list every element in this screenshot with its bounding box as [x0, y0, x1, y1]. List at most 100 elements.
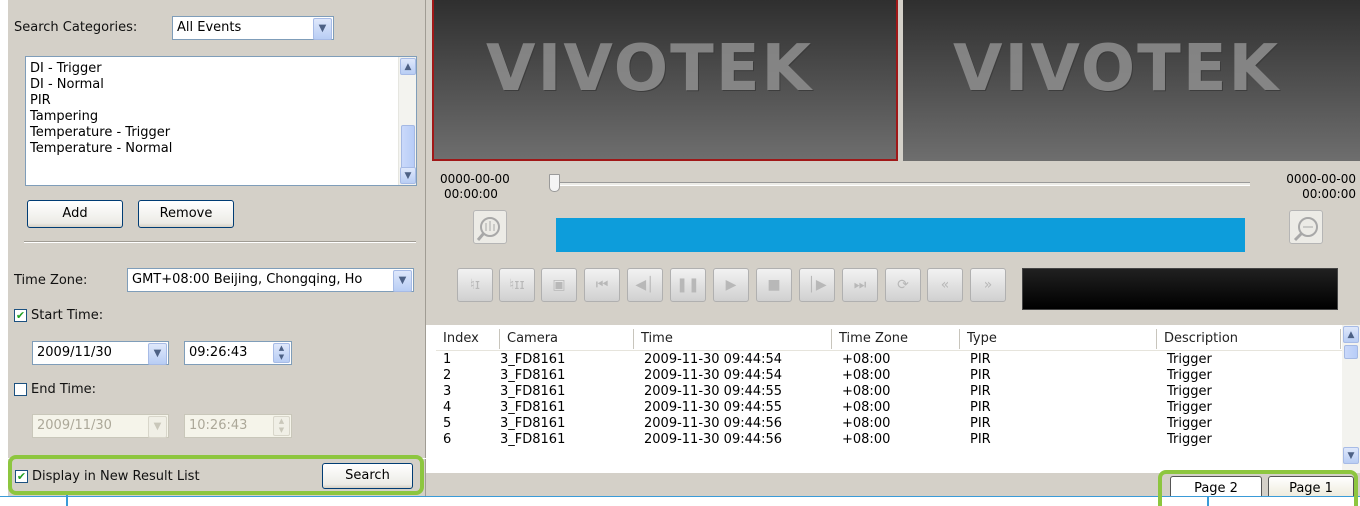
- last-frame-icon[interactable]: ⏭: [842, 268, 878, 302]
- video-window-1[interactable]: VIVOTEK: [432, 0, 898, 161]
- col-header-index[interactable]: Index: [436, 329, 500, 349]
- chevron-down-icon[interactable]: ▼: [148, 343, 167, 365]
- cell-type: PIR: [970, 416, 991, 431]
- cell-time: 2009-11-30 09:44:55: [644, 400, 783, 415]
- spinner-arrows-icon[interactable]: ▲ ▼: [273, 416, 290, 436]
- event-list-item[interactable]: DI - Normal: [30, 77, 390, 93]
- col-header-camera[interactable]: Camera: [500, 329, 634, 349]
- cell-zone: +08:00: [842, 400, 891, 415]
- table-body: 1 3_FD8161 2009-11-30 09:44:54 +08:00 PIR Tri…: [436, 352, 1340, 472]
- table-row[interactable]: 2 3_FD8161 2009-11-30 09:44:54 +08:00 PIR Tri…: [436, 368, 1340, 384]
- cell-zone: +08:00: [842, 416, 891, 431]
- timeline-end-time: 00:00:00: [1302, 187, 1356, 201]
- section-divider: [24, 241, 416, 243]
- table-header: Index Camera Time Time Zone Type Descrip…: [436, 325, 1360, 351]
- timeline-slider-thumb[interactable]: [549, 174, 560, 192]
- table-row[interactable]: 4 3_FD8161 2009-11-30 09:44:55 +08:00 PIR Tri…: [436, 400, 1340, 416]
- cell-time: 2009-11-30 09:44:56: [644, 432, 783, 447]
- scroll-down-icon[interactable]: ▼: [400, 167, 416, 184]
- timeline-start: 0000-00-00 00:00:00: [440, 172, 510, 202]
- export-clip-icon[interactable]: ▣: [541, 268, 577, 302]
- search-panel: Search Categories: All Events ▼ DI - Tri…: [8, 0, 426, 496]
- cell-zone: +08:00: [842, 384, 891, 399]
- cell-type: PIR: [970, 432, 991, 447]
- timezone-label: Time Zone:: [14, 273, 88, 288]
- scroll-up-icon[interactable]: ▲: [400, 58, 416, 75]
- event-list-item[interactable]: Tampering: [30, 109, 390, 125]
- zoom-out-icon[interactable]: [1289, 210, 1323, 244]
- search-categories-dropdown[interactable]: All Events ▼: [172, 16, 334, 40]
- cell-index: 4: [443, 400, 452, 415]
- pause-icon[interactable]: ❚❚: [670, 268, 706, 302]
- scrollbar-thumb[interactable]: [1344, 345, 1358, 359]
- table-row[interactable]: 1 3_FD8161 2009-11-30 09:44:54 +08:00 PIR Tri…: [436, 352, 1340, 368]
- next-frame-icon[interactable]: │▶: [799, 268, 835, 302]
- remove-button[interactable]: Remove: [138, 200, 234, 228]
- start-time-spinner[interactable]: 09:26:43 ▲ ▼: [184, 341, 292, 365]
- event-list-scrollbar[interactable]: ▲ ▼: [398, 57, 416, 185]
- col-header-description[interactable]: Description: [1157, 329, 1341, 349]
- table-row[interactable]: 6 3_FD8161 2009-11-30 09:44:56 +08:00 PIR Tri…: [436, 432, 1340, 448]
- col-header-time[interactable]: Time: [634, 329, 832, 349]
- faster-icon[interactable]: »: [970, 268, 1006, 302]
- cell-time: 2009-11-30 09:44:54: [644, 352, 783, 367]
- vivotek-logo: VIVOTEK: [486, 32, 814, 106]
- result-table: Index Camera Time Time Zone Type Descrip…: [436, 325, 1360, 473]
- chevron-down-icon[interactable]: ▼: [313, 18, 332, 40]
- timeline-end-date: 0000-00-00: [1286, 172, 1356, 186]
- slower-icon[interactable]: «: [927, 268, 963, 302]
- event-list-item[interactable]: PIR: [30, 93, 390, 109]
- cell-type: PIR: [970, 368, 991, 383]
- add-button[interactable]: Add: [27, 200, 123, 228]
- scroll-up-icon[interactable]: ▲: [1343, 326, 1359, 343]
- scrollbar-thumb[interactable]: [401, 125, 415, 171]
- video-window-2[interactable]: VIVOTEK: [903, 0, 1360, 161]
- scroll-down-icon[interactable]: ▼: [1343, 447, 1359, 464]
- first-frame-icon[interactable]: ⏮: [584, 268, 620, 302]
- cell-zone: +08:00: [842, 368, 891, 383]
- timeline-slider-track[interactable]: [556, 182, 1250, 186]
- cell-index: 3: [443, 384, 452, 399]
- vivotek-logo: VIVOTEK: [953, 32, 1281, 106]
- start-date-value: 2009/11/30: [37, 345, 112, 360]
- cell-camera: 3_FD8161: [500, 400, 566, 415]
- loop-icon[interactable]: ⟳: [885, 268, 921, 302]
- chevron-down-icon[interactable]: ▼: [148, 416, 167, 438]
- cell-desc: Trigger: [1167, 416, 1212, 431]
- highlight-search-area: [8, 455, 424, 495]
- cell-zone: +08:00: [842, 432, 891, 447]
- cell-index: 6: [443, 432, 452, 447]
- start-date-picker[interactable]: 2009/11/30 ▼: [32, 341, 169, 365]
- zoom-in-icon[interactable]: [473, 210, 507, 244]
- mark-out-icon[interactable]: ♮ɪɪ: [499, 268, 535, 302]
- event-type-list[interactable]: DI - Trigger DI - Normal PIR Tampering Tempe…: [25, 56, 417, 186]
- event-list-item[interactable]: Temperature - Normal: [30, 141, 390, 157]
- chevron-down-icon[interactable]: ▼: [393, 270, 412, 292]
- timeline-progress-bar[interactable]: [556, 218, 1245, 252]
- timezone-dropdown[interactable]: GMT+08:00 Beijing, Chongqing, Ho ▼: [127, 268, 414, 292]
- cell-desc: Trigger: [1167, 432, 1212, 447]
- event-list-item[interactable]: DI - Trigger: [30, 61, 390, 77]
- table-row[interactable]: 3 3_FD8161 2009-11-30 09:44:55 +08:00 PIR Tri…: [436, 384, 1340, 400]
- play-icon[interactable]: ▶: [713, 268, 749, 302]
- cell-desc: Trigger: [1167, 384, 1212, 399]
- end-time-spinner[interactable]: 10:26:43 ▲ ▼: [184, 414, 292, 438]
- start-time-checkbox[interactable]: ✔: [14, 309, 27, 322]
- col-header-timezone[interactable]: Time Zone: [832, 329, 960, 349]
- event-list-item[interactable]: Temperature - Trigger: [30, 125, 390, 141]
- cell-camera: 3_FD8161: [500, 416, 566, 431]
- end-date-picker[interactable]: 2009/11/30 ▼: [32, 414, 169, 438]
- search-categories-label: Search Categories:: [14, 20, 138, 35]
- prev-frame-icon[interactable]: ◀│: [627, 268, 663, 302]
- spinner-arrows-icon[interactable]: ▲ ▼: [273, 343, 290, 363]
- table-row[interactable]: 5 3_FD8161 2009-11-30 09:44:56 +08:00 PIR Tri…: [436, 416, 1340, 432]
- cell-zone: +08:00: [842, 352, 891, 367]
- timezone-value: GMT+08:00 Beijing, Chongqing, Ho: [132, 272, 363, 287]
- mark-in-icon[interactable]: ♮ɪ: [457, 268, 493, 302]
- end-time-value: 10:26:43: [189, 418, 248, 433]
- stop-icon[interactable]: ■: [756, 268, 792, 302]
- col-header-type[interactable]: Type: [960, 329, 1157, 349]
- cell-camera: 3_FD8161: [500, 384, 566, 399]
- end-time-checkbox[interactable]: [14, 383, 27, 396]
- table-scrollbar[interactable]: ▲ ▼: [1342, 325, 1360, 473]
